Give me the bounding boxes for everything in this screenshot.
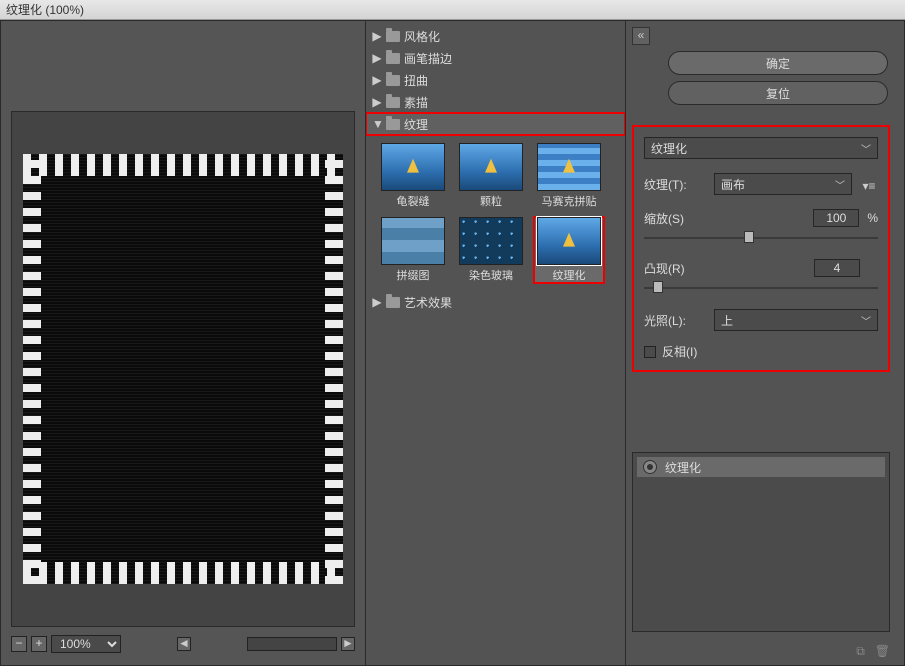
category-artistic[interactable]: ▶ 艺术效果 (366, 291, 625, 313)
category-label: 画笔描边 (404, 50, 452, 67)
relief-input[interactable] (814, 259, 860, 277)
category-label: 风格化 (404, 28, 440, 45)
effect-layers: 纹理化 (632, 452, 890, 632)
thumb-craquelure[interactable]: 龟裂缝 (378, 143, 448, 209)
chevron-right-icon: ▶ (372, 95, 382, 109)
thumb-image (537, 217, 601, 265)
folder-icon (386, 119, 400, 130)
category-label: 艺术效果 (404, 294, 452, 311)
effect-layer-row[interactable]: 纹理化 (637, 457, 885, 477)
thumb-image (459, 143, 523, 191)
category-stylize[interactable]: ▶ 风格化 (366, 25, 625, 47)
ok-button[interactable]: 确定 (668, 51, 888, 75)
texture-select-value: 画布 (721, 176, 745, 193)
scaling-input[interactable] (813, 209, 859, 227)
invert-label: 反相(I) (662, 343, 697, 360)
chevron-right-icon: ▶ (372, 51, 382, 65)
cancel-button[interactable]: 复位 (668, 81, 888, 105)
thumb-image (537, 143, 601, 191)
light-label: 光照(L): (644, 312, 706, 329)
folder-icon (386, 75, 400, 86)
thumb-image (381, 143, 445, 191)
thumb-mosaic[interactable]: 马赛克拼贴 (534, 143, 604, 209)
preview-canvas (11, 111, 355, 627)
texture-label: 纹理(T): (644, 176, 706, 193)
thumb-image (459, 217, 523, 265)
chevron-right-icon: ▶ (372, 73, 382, 87)
thumb-label: 龟裂缝 (397, 193, 430, 209)
texture-select[interactable]: 画布 ﹀ (714, 173, 852, 195)
category-sketch[interactable]: ▶ 素描 (366, 91, 625, 113)
chevron-down-icon: ﹀ (861, 141, 871, 156)
thumb-label: 颗粒 (480, 193, 502, 209)
collapse-button[interactable]: « (632, 27, 650, 45)
texture-flyout-button[interactable]: ▾≡ (860, 179, 878, 189)
thumb-image (381, 217, 445, 265)
chevron-down-icon: ﹀ (861, 313, 871, 328)
folder-icon (386, 297, 400, 308)
scaling-label: 缩放(S) (644, 210, 805, 227)
filter-params: 纹理化 ﹀ 纹理(T): 画布 ﹀ ▾≡ 缩放(S) % (632, 125, 890, 372)
thumb-texturizer[interactable]: 纹理化 (534, 217, 604, 283)
filter-select[interactable]: 纹理化 ﹀ (644, 137, 878, 159)
light-select-value: 上 (721, 312, 733, 329)
folder-icon (386, 31, 400, 42)
chevron-right-icon: ▶ (372, 295, 382, 309)
category-label: 纹理 (404, 116, 428, 133)
percent-label: % (867, 211, 878, 225)
preview-image (23, 154, 343, 584)
folder-icon (386, 97, 400, 108)
settings-pane: « 确定 复位 纹理化 ﹀ 纹理(T): 画布 ﹀ ▾≡ (626, 21, 904, 665)
category-label: 扭曲 (404, 72, 428, 89)
texture-thumbs: 龟裂缝 颗粒 马赛克拼贴 拼缀图 染色玻璃 (366, 135, 625, 291)
zoom-toolbar: − + 100% ◄ ► (11, 633, 355, 655)
h-scrollbar[interactable] (247, 637, 337, 651)
relief-slider[interactable] (644, 281, 878, 295)
filter-select-value: 纹理化 (651, 140, 687, 157)
invert-checkbox[interactable] (644, 346, 656, 358)
filter-gallery: ▶ 风格化 ▶ 画笔描边 ▶ 扭曲 ▶ 素描 ▼ 纹理 (366, 21, 626, 665)
dialog-buttons: 确定 复位 (668, 51, 888, 105)
category-brush-strokes[interactable]: ▶ 画笔描边 (366, 47, 625, 69)
scaling-slider[interactable] (644, 231, 878, 245)
thumb-grain[interactable]: 颗粒 (456, 143, 526, 209)
folder-icon (386, 53, 400, 64)
thumb-label: 拼缀图 (397, 267, 430, 283)
thumb-label: 纹理化 (553, 267, 586, 283)
thumb-patchwork[interactable]: 拼缀图 (378, 217, 448, 283)
delete-effect-layer-button[interactable]: 🗑 (875, 644, 890, 659)
thumb-label: 马赛克拼贴 (542, 193, 597, 209)
category-label: 素描 (404, 94, 428, 111)
chevron-right-icon: ▶ (372, 29, 382, 43)
effect-layer-label: 纹理化 (665, 459, 701, 476)
window-title: 纹理化 (100%) (0, 0, 905, 20)
thumb-label: 染色玻璃 (469, 267, 513, 283)
relief-label: 凸现(R) (644, 260, 806, 277)
chevron-down-icon: ﹀ (835, 177, 845, 192)
light-select[interactable]: 上 ﹀ (714, 309, 878, 331)
visibility-eye-icon[interactable] (643, 460, 657, 474)
new-effect-layer-button[interactable]: ⧉ (856, 644, 865, 659)
category-distort[interactable]: ▶ 扭曲 (366, 69, 625, 91)
chevron-down-icon: ▼ (372, 117, 382, 131)
category-texture[interactable]: ▼ 纹理 (366, 113, 625, 135)
scroll-left-button[interactable]: ◄ (177, 637, 191, 651)
zoom-out-button[interactable]: − (11, 636, 27, 652)
zoom-combo[interactable]: 100% (51, 635, 121, 653)
zoom-in-button[interactable]: + (31, 636, 47, 652)
scroll-right-button[interactable]: ► (341, 637, 355, 651)
thumb-stained-glass[interactable]: 染色玻璃 (456, 217, 526, 283)
preview-pane: − + 100% ◄ ► (1, 21, 366, 665)
